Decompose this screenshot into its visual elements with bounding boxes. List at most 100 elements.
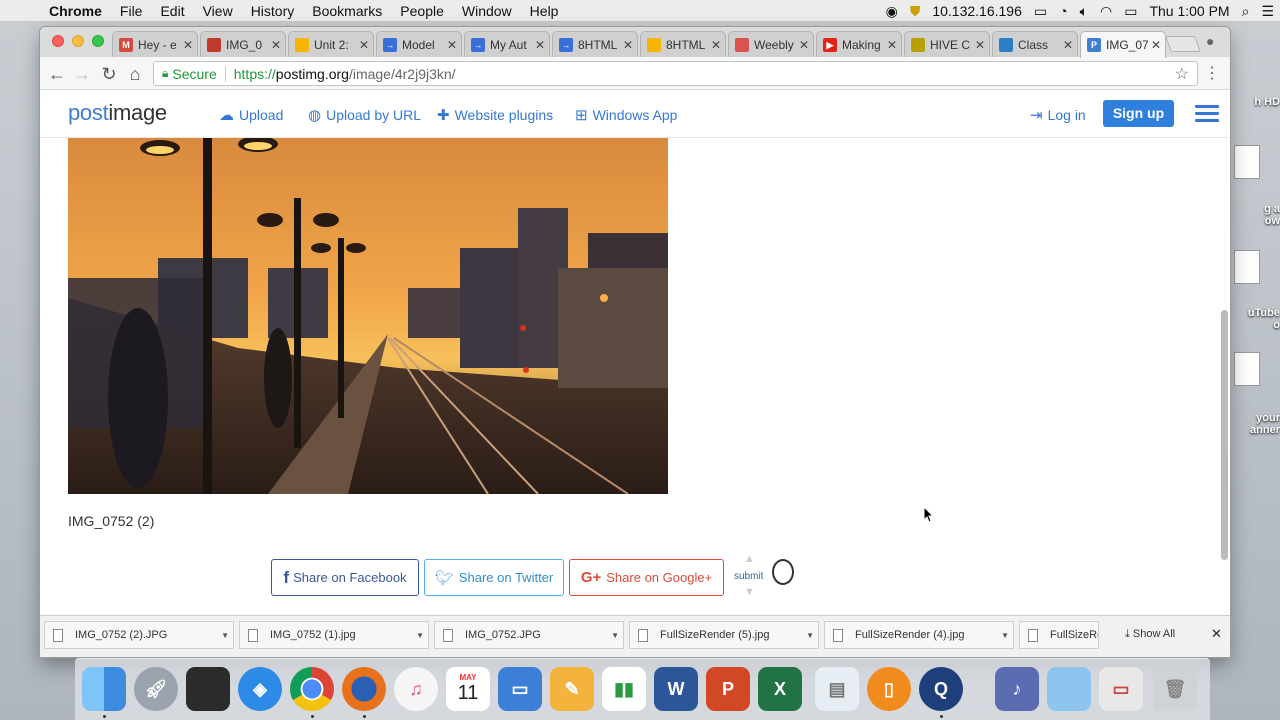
signup-button[interactable]: Sign up — [1103, 100, 1174, 127]
itunes-icon[interactable]: ♫ — [394, 667, 438, 711]
new-tab-button[interactable] — [1165, 36, 1201, 52]
close-downloads-bar-icon[interactable]: ✕ — [1211, 626, 1222, 642]
ilife-icon[interactable]: ♪ — [995, 667, 1039, 711]
download-item[interactable]: IMG_0752 (2).JPG ▼ — [44, 621, 234, 649]
close-window-button[interactable] — [52, 35, 64, 47]
home-icon[interactable]: ⌂ — [124, 63, 146, 85]
launchpad-icon[interactable]: 🚀︎ — [134, 667, 178, 711]
tab-7[interactable]: 8HTML ✕ — [640, 31, 726, 58]
keynote-icon[interactable]: ▭ — [498, 667, 542, 711]
tab-close-icon[interactable]: ✕ — [799, 38, 809, 52]
desktop-label[interactable]: uTube o — [1232, 307, 1280, 331]
tab-4[interactable]: → Model ✕ — [376, 31, 462, 58]
desktop-file-thumb[interactable] — [1234, 352, 1260, 386]
share-facebook-button[interactable]: f Share on Facebook — [271, 559, 419, 596]
reload-icon[interactable]: ↻ — [98, 63, 120, 85]
desktop-label[interactable]: g a ow — [1232, 203, 1280, 227]
clock[interactable]: Thu 1:00 PM — [1143, 3, 1235, 19]
download-item[interactable]: FullSizeRender (5).jpg ▼ — [629, 621, 819, 649]
upvote-arrow-icon[interactable]: ▲ — [744, 553, 755, 565]
powerpoint-icon[interactable]: P — [706, 667, 750, 711]
nav-upload-by-url[interactable]: ◍ Upload by URL — [308, 106, 421, 124]
download-options-caret-icon[interactable]: ▼ — [1001, 631, 1009, 640]
nav-upload[interactable]: ☁ Upload — [219, 106, 283, 124]
preview-icon[interactable]: ▤ — [815, 667, 859, 711]
forward-arrow-icon[interactable]: → — [71, 63, 93, 85]
chrome-menu-icon[interactable]: ⋮ — [1204, 63, 1220, 83]
ibooks-icon[interactable]: ▯ — [867, 667, 911, 711]
finder-icon[interactable] — [82, 667, 126, 711]
tab-2[interactable]: IMG_0 ✕ — [200, 31, 286, 58]
share-twitter-button[interactable]: 🐦︎ Share on Twitter — [424, 559, 564, 596]
firefox-icon[interactable] — [342, 667, 386, 711]
tab-close-icon[interactable]: ✕ — [535, 38, 545, 52]
screenshot-icon[interactable]: ▭ — [1099, 667, 1143, 711]
quicktime-icon[interactable]: Q — [919, 667, 963, 711]
scrollbar[interactable] — [1221, 310, 1228, 560]
profile-icon[interactable]: ● — [1206, 33, 1222, 49]
tab-close-icon[interactable]: ✕ — [1151, 38, 1161, 52]
menu-help[interactable]: Help — [521, 3, 568, 19]
tab-close-icon[interactable]: ✕ — [359, 38, 369, 52]
tab-close-icon[interactable]: ✕ — [1063, 38, 1073, 52]
wifi-icon[interactable]: ◠ — [1094, 3, 1118, 20]
menu-bookmarks[interactable]: Bookmarks — [303, 3, 391, 19]
chrome-icon[interactable] — [290, 667, 334, 711]
record-icon[interactable]: ◉ — [880, 3, 904, 20]
menu-edit[interactable]: Edit — [151, 3, 193, 19]
word-icon[interactable]: W — [654, 667, 698, 711]
tab-3[interactable]: Unit 2: ✕ — [288, 31, 374, 58]
time-machine-icon[interactable]: ◔ — [1053, 3, 1073, 19]
share-google-plus-button[interactable]: G+ Share on Google+ — [569, 559, 724, 596]
download-options-caret-icon[interactable]: ▼ — [416, 631, 424, 640]
folder-icon[interactable] — [1047, 667, 1091, 711]
tab-close-icon[interactable]: ✕ — [271, 38, 281, 52]
tab-close-icon[interactable]: ✕ — [711, 38, 721, 52]
menu-people[interactable]: People — [391, 3, 453, 19]
download-item[interactable]: FullSizeRender (4).jpg ▼ — [824, 621, 1014, 649]
tab-8[interactable]: Weebly ✕ — [728, 31, 814, 58]
bookmark-star-icon[interactable]: ☆ — [1175, 64, 1189, 84]
downvote-arrow-icon[interactable]: ▼ — [744, 586, 755, 598]
tab-close-icon[interactable]: ✕ — [183, 38, 193, 52]
menu-app-name[interactable]: Chrome — [40, 3, 111, 19]
desktop-file-thumb[interactable] — [1234, 145, 1260, 179]
address-bar[interactable]: 🔒︎ Secure https:// postimg.org /image/4r… — [153, 61, 1198, 86]
show-all-downloads-button[interactable]: ⤓ Show All — [1125, 628, 1175, 641]
shield-icon[interactable]: ⛊ — [904, 3, 927, 20]
back-arrow-icon[interactable]: ← — [46, 63, 68, 85]
download-item[interactable]: IMG_0752.JPG ▼ — [434, 621, 624, 649]
battery-icon[interactable]: ▭ — [1118, 3, 1143, 20]
volume-icon[interactable]: 🔈︎ — [1074, 3, 1094, 20]
tab-11[interactable]: Class ✕ — [992, 31, 1078, 58]
safari-icon[interactable]: ◈ — [238, 667, 282, 711]
download-item[interactable]: FullSizeRende — [1019, 621, 1099, 649]
desktop-label[interactable]: your anner — [1232, 412, 1280, 436]
nav-website-plugins[interactable]: ✚ Website plugins — [437, 106, 553, 124]
zoom-window-button[interactable] — [92, 35, 104, 47]
tab-close-icon[interactable]: ✕ — [447, 38, 457, 52]
reddit-submit-widget[interactable]: ▲ submit ▼ — [734, 553, 800, 601]
download-options-caret-icon[interactable]: ▼ — [221, 631, 229, 640]
numbers-icon[interactable]: ▮▮ — [602, 667, 646, 711]
tab-9[interactable]: ▶ Making ✕ — [816, 31, 902, 58]
hamburger-menu-icon[interactable] — [1195, 105, 1219, 123]
tab-5[interactable]: → My Aut ✕ — [464, 31, 550, 58]
download-item[interactable]: IMG_0752 (1).jpg ▼ — [239, 621, 429, 649]
menu-view[interactable]: View — [194, 3, 242, 19]
desktop-file-thumb[interactable] — [1234, 250, 1260, 284]
tab-12[interactable]: P IMG_07 ✕ — [1080, 31, 1166, 58]
menu-window[interactable]: Window — [453, 3, 521, 19]
pages-icon[interactable]: ✎ — [550, 667, 594, 711]
menu-history[interactable]: History — [242, 3, 304, 19]
excel-icon[interactable]: X — [758, 667, 802, 711]
download-options-caret-icon[interactable]: ▼ — [806, 631, 814, 640]
download-options-caret-icon[interactable]: ▼ — [611, 631, 619, 640]
tab-1[interactable]: M Hey - e ✕ — [112, 31, 198, 58]
tab-close-icon[interactable]: ✕ — [975, 38, 985, 52]
nav-windows-app[interactable]: ⊞ Windows App — [575, 106, 677, 124]
tab-close-icon[interactable]: ✕ — [887, 38, 897, 52]
login-link[interactable]: ⇥ Log in — [1030, 106, 1086, 124]
menu-file[interactable]: File — [111, 3, 152, 19]
trash-icon[interactable]: 🗑︎ — [1153, 667, 1197, 711]
